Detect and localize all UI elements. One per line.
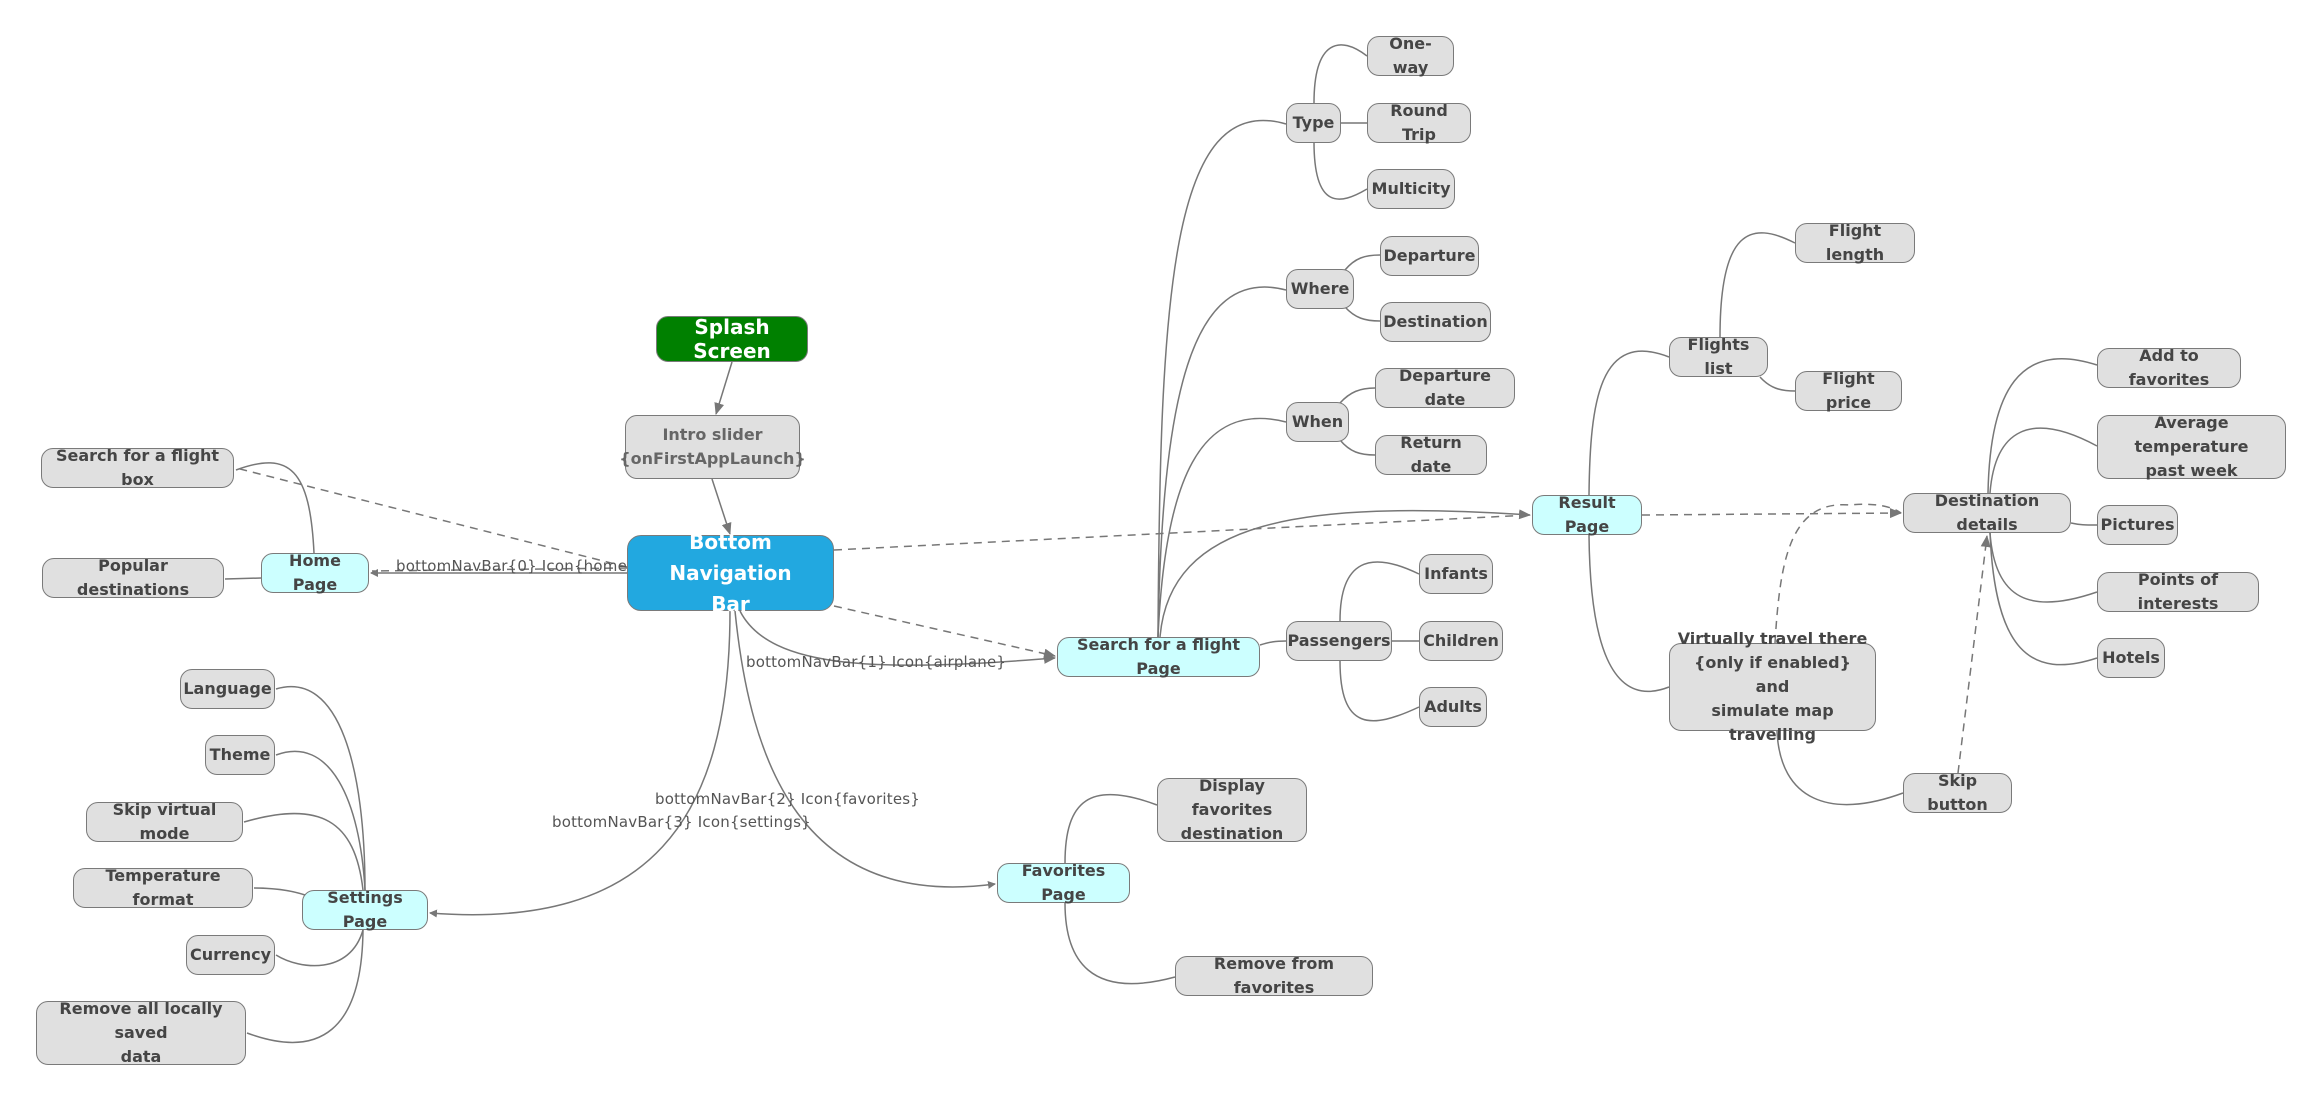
edge-type-oneway — [1313, 44, 1368, 104]
type-node[interactable]: Type — [1286, 103, 1341, 143]
departure-date-node[interactable]: Departure date — [1375, 366, 1515, 409]
edge-result-virtual — [1588, 534, 1670, 693]
edge-settings-currency — [275, 929, 364, 967]
edge-dest-addfav — [1987, 357, 2098, 494]
edge-home-popular — [224, 577, 262, 580]
edge-skip-destdetails-dashed — [1957, 535, 1991, 774]
edge-dest-avgtemp — [1989, 427, 2098, 494]
passengers-node[interactable]: Passengers — [1286, 621, 1392, 661]
edge-pass-infants — [1339, 561, 1420, 622]
departure-node[interactable]: Departure — [1380, 236, 1479, 276]
favorites-page-node[interactable]: Favorites Page — [997, 861, 1130, 904]
currency-node[interactable]: Currency — [186, 935, 275, 975]
children-node[interactable]: Children — [1419, 621, 1503, 661]
edge-where-departure — [1344, 254, 1381, 271]
bottom-navigation-bar-node[interactable]: Bottom Navigation Bar — [627, 530, 834, 616]
destination-details-node[interactable]: Destination details — [1903, 491, 2071, 534]
edge-fav-remove — [1064, 902, 1176, 985]
edge-type-multicity — [1313, 141, 1368, 200]
intro-slider-node[interactable]: Intro slider {onFirstAppLaunch} — [619, 415, 806, 479]
edge-label-nav-home: bottomNavBar{0} Icon{home} — [396, 557, 637, 575]
skip-virtual-mode-node[interactable]: Skip virtual mode — [86, 800, 243, 843]
edge-label-nav-settings: bottomNavBar{3} Icon{settings} — [552, 813, 811, 831]
edge-dest-pictures — [2070, 522, 2098, 526]
edge-fav-display — [1064, 793, 1158, 864]
display-favorites-node[interactable]: Display favorites destination — [1157, 776, 1307, 843]
edge-virtual-destdetails-dashed — [1774, 503, 1902, 644]
edge-where-destination — [1344, 306, 1381, 322]
hotels-node[interactable]: Hotels — [2097, 638, 2165, 678]
one-way-node[interactable]: One-way — [1367, 34, 1454, 77]
theme-node[interactable]: Theme — [205, 735, 275, 775]
edge-settings-language — [275, 686, 366, 891]
edge-result-flights — [1588, 350, 1670, 496]
popular-destinations-node[interactable]: Popular destinations — [42, 556, 224, 599]
home-page-node[interactable]: Home Page — [261, 551, 369, 594]
multicity-node[interactable]: Multicity — [1367, 169, 1455, 209]
edge-search-passengers — [1259, 640, 1287, 646]
destination-node[interactable]: Destination — [1380, 302, 1491, 342]
infants-node[interactable]: Infants — [1419, 554, 1493, 594]
edge-result-destdetails-dashed — [1641, 508, 1902, 519]
virtual-travel-node[interactable]: Virtually travel there {only if enabled}… — [1669, 629, 1876, 744]
average-temperature-node[interactable]: Average temperature past week — [2097, 413, 2286, 480]
edge-when-depdate — [1339, 387, 1376, 404]
add-to-favorites-node[interactable]: Add to favorites — [2097, 346, 2241, 389]
round-trip-node[interactable]: Round Trip — [1367, 101, 1471, 144]
remove-from-favorites-node[interactable]: Remove from favorites — [1175, 954, 1373, 997]
points-of-interest-node[interactable]: Points of interests — [2097, 570, 2259, 613]
flights-list-node[interactable]: Flights list — [1669, 335, 1768, 378]
when-node[interactable]: When — [1286, 402, 1349, 442]
language-node[interactable]: Language — [180, 669, 275, 709]
edge-splash-intro — [714, 361, 733, 415]
flight-price-node[interactable]: Flight price — [1795, 369, 1902, 412]
edge-settings-temp — [253, 887, 306, 896]
skip-button-node[interactable]: Skip button — [1903, 771, 2012, 814]
edge-when-retdate — [1339, 439, 1376, 456]
edge-search-where — [1157, 286, 1287, 638]
edge-dest-points — [1989, 532, 2098, 603]
edge-flights-length — [1719, 232, 1796, 338]
flight-length-node[interactable]: Flight length — [1795, 221, 1915, 264]
settings-page-node[interactable]: Settings Page — [302, 888, 428, 931]
edge-pass-adults — [1339, 660, 1420, 722]
edge-search-when — [1157, 417, 1287, 638]
edge-flights-price — [1759, 376, 1796, 392]
edge-home-searchbox — [235, 462, 315, 554]
edge-nav-search-dashed — [833, 605, 1056, 659]
temperature-format-node[interactable]: Temperature format — [73, 866, 253, 909]
edge-nav-result-dashed — [833, 514, 1531, 551]
pictures-node[interactable]: Pictures — [2097, 505, 2178, 545]
splash-screen-node[interactable]: Splash Screen — [656, 315, 808, 363]
edge-settings-theme — [275, 750, 366, 891]
where-node[interactable]: Where — [1286, 269, 1354, 309]
edge-settings-skip — [243, 812, 364, 891]
edge-search-type — [1157, 119, 1287, 638]
remove-local-data-node[interactable]: Remove all locally saved data — [36, 999, 246, 1066]
edge-dest-hotels — [1989, 532, 2098, 666]
edge-label-nav-search: bottomNavBar{1} Icon{airplane} — [746, 653, 1007, 671]
return-date-node[interactable]: Return date — [1375, 433, 1487, 476]
result-page-node[interactable]: Result Page — [1532, 493, 1642, 536]
search-flight-box-node[interactable]: Search for a flight box — [41, 446, 234, 489]
adults-node[interactable]: Adults — [1419, 687, 1487, 727]
edge-label-nav-favorites: bottomNavBar{2} Icon{favorites} — [655, 790, 921, 808]
search-flight-page-node[interactable]: Search for a flight Page — [1057, 635, 1260, 678]
edge-nav-settings — [429, 610, 731, 918]
